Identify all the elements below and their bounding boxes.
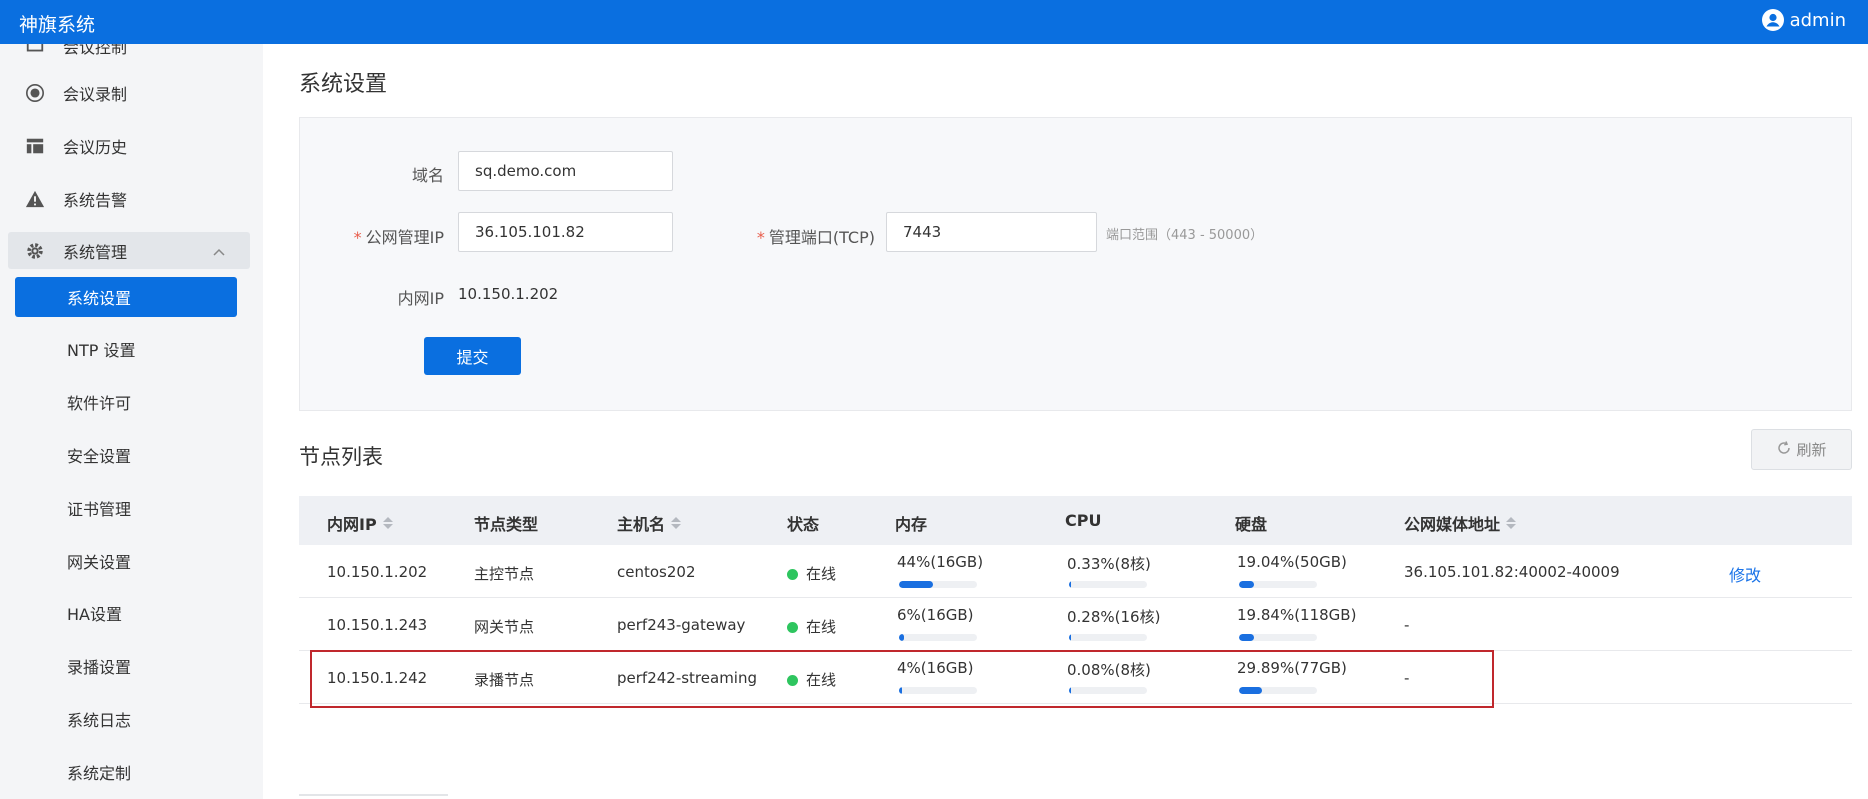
page-title: 系统设置 <box>299 72 388 97</box>
sidebar-item-alerts[interactable]: 系统告警 <box>8 180 250 218</box>
refresh-label: 刷新 <box>1796 441 1827 459</box>
required-mark: * <box>353 228 362 247</box>
sidebar-group-system-management[interactable]: 系统管理 <box>8 232 250 269</box>
cpu-usage-bar <box>1069 634 1147 641</box>
cell-status: 在线 <box>787 616 836 637</box>
cell-memory: 44%(16GB) <box>897 553 984 571</box>
warning-icon <box>24 188 46 210</box>
submit-button[interactable]: 提交 <box>424 337 521 375</box>
cell-host: perf243-gateway <box>617 616 746 634</box>
cell-media-address: 36.105.101.82:40002-40009 <box>1404 563 1620 581</box>
user-name: admin <box>1789 9 1846 31</box>
sidebar: 会议控制 会议录制 会议历史 系统告警 系统管理 系统设置 NTP 设置 软件许… <box>0 44 263 799</box>
cell-cpu: 0.33%(8核) <box>1067 555 1151 573</box>
memory-usage-bar <box>899 634 977 641</box>
port-input[interactable]: 7443 <box>886 212 1097 252</box>
sidebar-item-ntp-settings[interactable]: NTP 设置 <box>15 329 237 369</box>
table-icon <box>24 135 46 157</box>
node-list-title: 节点列表 <box>299 445 383 469</box>
cell-disk: 19.84%(118GB) <box>1237 606 1357 624</box>
lan-ip-label: 内网IP <box>397 289 444 308</box>
sidebar-item-certificates[interactable]: 证书管理 <box>15 488 237 528</box>
sidebar-item-label: 会议录制 <box>63 85 128 104</box>
chevron-up-icon <box>212 244 226 258</box>
table-row: 10.150.1.202 主控节点 centos202 在线 44%(16GB)… <box>299 545 1852 598</box>
column-header-media-address[interactable]: 公网媒体地址 <box>1404 511 1517 535</box>
cell-type: 网关节点 <box>474 618 535 636</box>
cell-cpu: 0.28%(16核) <box>1067 608 1161 626</box>
sidebar-item-label: 系统告警 <box>63 191 128 210</box>
refresh-icon <box>1776 440 1792 460</box>
gear-icon <box>24 240 46 262</box>
memory-usage-bar <box>899 581 977 588</box>
sidebar-group-label: 系统管理 <box>63 242 128 262</box>
refresh-button[interactable]: 刷新 <box>1751 429 1852 470</box>
port-range-hint: 端口范围（443 - 50000） <box>1106 228 1264 243</box>
sidebar-item-meeting-history[interactable]: 会议历史 <box>8 127 250 165</box>
record-icon <box>24 82 46 104</box>
cell-host: centos202 <box>617 563 696 581</box>
table-header: 内网IP 节点类型 主机名 状态 内存 CPU 硬盘 公网媒体地址 <box>299 496 1852 545</box>
sidebar-item-meeting-control[interactable]: 会议控制 <box>8 44 250 65</box>
user-avatar-icon <box>1761 9 1784 31</box>
cell-ip: 10.150.1.243 <box>327 616 428 634</box>
user-menu[interactable]: admin <box>1761 9 1846 31</box>
column-header-disk: 硬盘 <box>1235 515 1268 534</box>
public-ip-label: * 公网管理IP <box>353 228 444 247</box>
sidebar-item-system-settings[interactable]: 系统设置 <box>15 277 237 317</box>
required-mark: * <box>756 228 765 247</box>
cell-type: 主控节点 <box>474 565 535 583</box>
column-header-host[interactable]: 主机名 <box>617 511 682 535</box>
column-header-type: 节点类型 <box>474 515 539 534</box>
port-label: * 管理端口(TCP) <box>756 228 875 247</box>
cpu-usage-bar <box>1069 581 1147 588</box>
online-status-dot <box>787 622 798 633</box>
cell-status: 在线 <box>787 563 836 584</box>
domain-input[interactable]: sq.demo.com <box>458 151 673 191</box>
highlighted-row-outline <box>310 650 1494 708</box>
lan-ip-value: 10.150.1.202 <box>458 285 559 303</box>
sort-icon[interactable] <box>1506 517 1517 529</box>
disk-usage-bar <box>1239 581 1317 588</box>
sidebar-item-recording[interactable]: 录播设置 <box>15 646 237 686</box>
sidebar-item-license[interactable]: 软件许可 <box>15 382 237 422</box>
divider <box>299 794 448 796</box>
sidebar-item-ha[interactable]: HA设置 <box>15 593 237 633</box>
sidebar-item-gateway[interactable]: 网关设置 <box>15 541 237 581</box>
public-ip-input[interactable]: 36.105.101.82 <box>458 212 673 252</box>
online-status-dot <box>787 569 798 580</box>
sidebar-item-security[interactable]: 安全设置 <box>15 435 237 475</box>
edit-link[interactable]: 修改 <box>1729 562 1761 586</box>
disk-usage-bar <box>1239 634 1317 641</box>
cell-memory: 6%(16GB) <box>897 606 974 624</box>
cell-disk: 19.04%(50GB) <box>1237 553 1347 571</box>
app-title: 神旗系统 <box>19 14 96 36</box>
sidebar-item-label: 会议控制 <box>63 44 128 57</box>
sort-icon[interactable] <box>671 517 682 529</box>
sidebar-item-meeting-record[interactable]: 会议录制 <box>8 74 250 112</box>
control-icon <box>24 44 46 57</box>
sidebar-item-system-log[interactable]: 系统日志 <box>15 699 237 739</box>
column-header-ip[interactable]: 内网IP <box>327 511 393 535</box>
column-header-cpu: CPU <box>1065 511 1102 530</box>
sidebar-item-customization[interactable]: 系统定制 <box>15 752 237 792</box>
sort-icon[interactable] <box>382 517 393 529</box>
top-bar: 神旗系统 admin <box>0 0 1868 44</box>
column-header-memory: 内存 <box>895 515 928 534</box>
cell-ip: 10.150.1.202 <box>327 563 428 581</box>
cell-media-address: - <box>1404 616 1410 634</box>
column-header-status: 状态 <box>787 515 820 534</box>
domain-label: 域名 <box>411 166 444 185</box>
table-row: 10.150.1.243 网关节点 perf243-gateway 在线 6%(… <box>299 598 1852 651</box>
sidebar-item-label: 会议历史 <box>63 138 128 157</box>
